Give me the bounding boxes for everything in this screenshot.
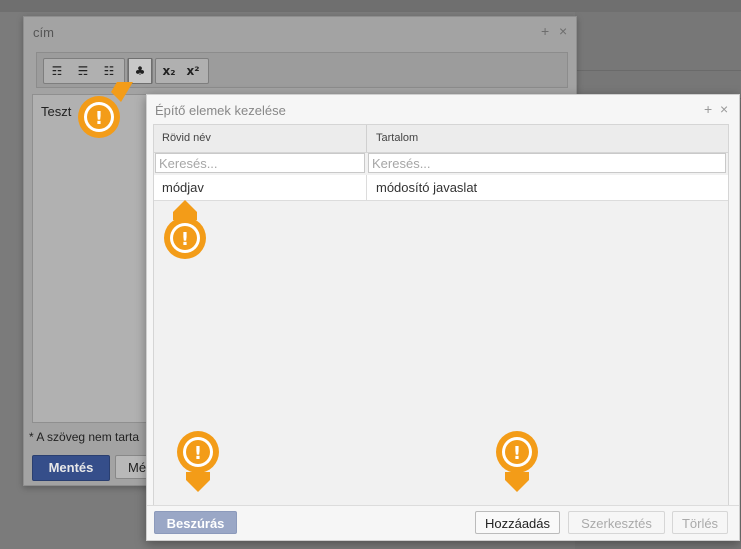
insert-field-icon[interactable]: ☶ <box>46 59 68 83</box>
table-row[interactable]: módjav módosító javaslat <box>154 175 728 201</box>
editor-note: * A szöveg nem tarta <box>29 430 140 444</box>
exclamation-icon: ! <box>181 229 189 250</box>
save-button[interactable]: Mentés <box>32 455 110 481</box>
superscript-icon[interactable]: x² <box>182 59 204 83</box>
cell-content: módosító javaslat <box>376 180 478 195</box>
add-button[interactable]: Hozzáadás <box>475 511 560 534</box>
cell-divider <box>366 175 367 200</box>
grid-header: Rövid név Tartalom <box>154 125 728 153</box>
close-icon[interactable]: × <box>720 101 728 117</box>
column-header-content[interactable]: Tartalom <box>376 132 418 144</box>
cell-short-name: módjav <box>162 180 204 195</box>
short-name-search-input[interactable] <box>155 153 365 173</box>
row-hint-marker[interactable]: ! <box>163 198 207 262</box>
building-blocks-grid: Rövid név Tartalom módjav módosító javas… <box>153 124 729 506</box>
background-band <box>0 0 741 12</box>
exclamation-icon: ! <box>513 443 521 464</box>
footer-divider <box>147 505 739 506</box>
building-blocks-dialog-title: Építő elemek kezelése <box>155 103 286 118</box>
exclamation-icon: ! <box>194 443 202 464</box>
delete-button[interactable]: Törlés <box>672 511 728 534</box>
edit-button[interactable]: Szerkesztés <box>568 511 665 534</box>
close-icon[interactable]: × <box>559 23 567 39</box>
add-hint-marker[interactable]: ! <box>495 430 539 494</box>
editor-text: Teszt <box>41 104 72 119</box>
insert-hint-marker[interactable]: ! <box>176 430 220 494</box>
filter-row <box>154 153 728 175</box>
add-icon[interactable]: + <box>541 23 549 39</box>
toolbar-group-script: x₂ x² <box>155 58 209 84</box>
exclamation-icon: ! <box>95 108 103 129</box>
subscript-icon[interactable]: x₂ <box>158 59 180 83</box>
editor-dialog-title: cím <box>33 25 54 40</box>
content-search-input[interactable] <box>368 153 726 173</box>
insert-button[interactable]: Beszúrás <box>154 511 237 534</box>
editor-dialog-titlebar: cím + × <box>24 17 576 47</box>
building-blocks-dialog: Építő elemek kezelése + × Rövid név Tart… <box>146 94 740 541</box>
column-header-short-name[interactable]: Rövid név <box>162 132 211 144</box>
toolbar-hint-marker[interactable]: ! <box>77 80 139 144</box>
column-divider[interactable] <box>366 125 367 152</box>
add-icon[interactable]: + <box>704 101 712 117</box>
